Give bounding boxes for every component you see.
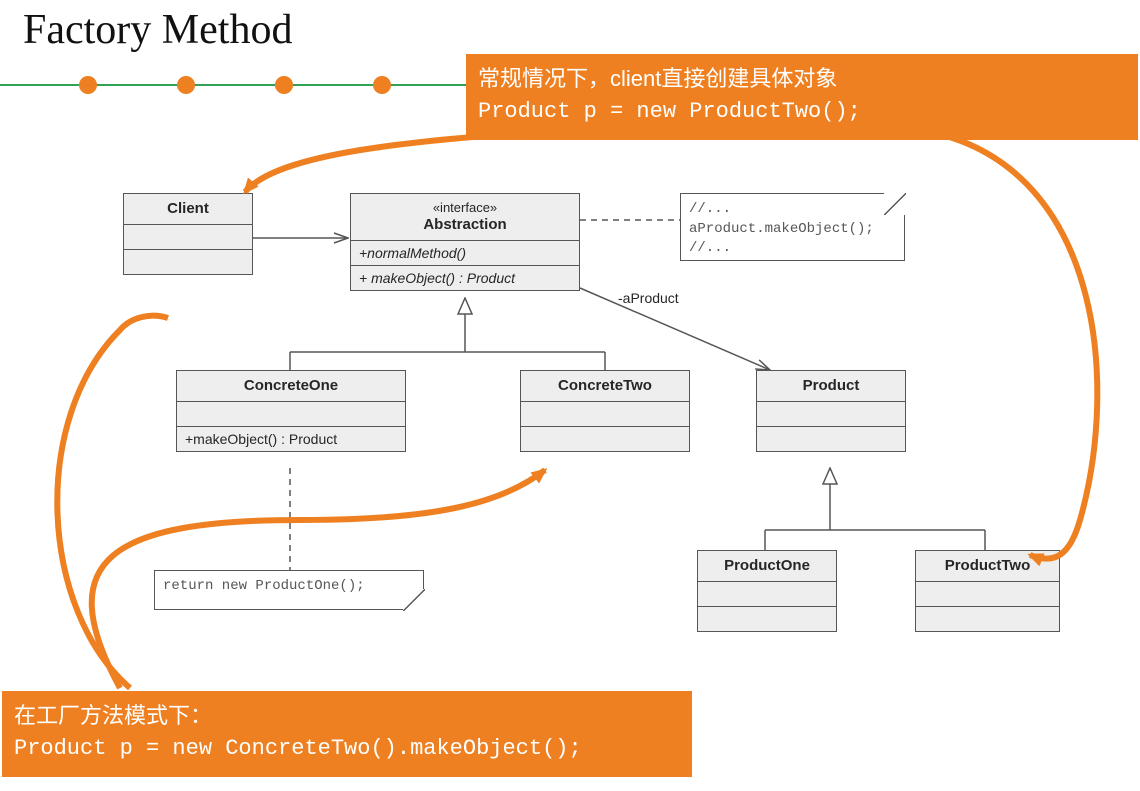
- uml-op-makeObject: +makeObject() : Product: [177, 427, 405, 451]
- uml-note-makeobject: //... aProduct.makeObject(); //...: [680, 193, 905, 261]
- uml-class-producttwo: ProductTwo: [915, 550, 1060, 632]
- note-line: //...: [689, 240, 731, 256]
- uml-attrs: [177, 402, 405, 427]
- callout-line1: 常规情况下，client直接创建具体对象: [478, 62, 1126, 95]
- uml-class-concreteone: ConcreteOne +makeObject() : Product: [176, 370, 406, 452]
- callout-factory-creation: 在工厂方法模式下： Product p = new ConcreteTwo().…: [2, 691, 692, 777]
- uml-attrs: [698, 582, 836, 607]
- uml-class-concretetwo: ConcreteTwo: [520, 370, 690, 452]
- callout-line1: 在工厂方法模式下：: [14, 699, 680, 732]
- uml-attrs: [916, 582, 1059, 607]
- note-line: return new ProductOne();: [163, 578, 365, 594]
- uml-op-makeObject: + makeObject() : Product: [351, 266, 579, 290]
- uml-attrs: [521, 402, 689, 427]
- callout-line2: Product p = new ConcreteTwo().makeObject…: [14, 732, 680, 765]
- note-fold-icon: [403, 589, 425, 611]
- uml-ops: [521, 427, 689, 451]
- callout-line2: Product p = new ProductTwo();: [478, 95, 1126, 128]
- diagram-title: Factory Method: [23, 6, 292, 54]
- uml-class-name: Product: [757, 371, 905, 402]
- uml-class-header: «interface» Abstraction: [351, 194, 579, 241]
- uml-ops: [698, 607, 836, 631]
- uml-ops: [124, 250, 252, 274]
- uml-class-product: Product: [756, 370, 906, 452]
- uml-stereotype: «interface»: [355, 200, 575, 216]
- uml-class-name: ConcreteTwo: [521, 371, 689, 402]
- note-line: //...: [689, 201, 731, 217]
- assoc-label-aproduct: -aProduct: [618, 290, 679, 306]
- uml-attrs: [757, 402, 905, 427]
- note-line: aProduct.makeObject();: [689, 221, 874, 237]
- uml-class-name: ProductTwo: [916, 551, 1059, 582]
- callout-direct-creation: 常规情况下，client直接创建具体对象 Product p = new Pro…: [466, 54, 1138, 140]
- uml-ops: [757, 427, 905, 451]
- uml-class-name: ConcreteOne: [177, 371, 405, 402]
- uml-class-name: Client: [124, 194, 252, 225]
- uml-class-name: Abstraction: [423, 216, 506, 233]
- uml-op-normalMethod: +normalMethod(): [351, 241, 579, 266]
- uml-interface-abstraction: «interface» Abstraction +normalMethod() …: [350, 193, 580, 291]
- uml-attrs: [124, 225, 252, 250]
- uml-class-client: Client: [123, 193, 253, 275]
- uml-ops: [916, 607, 1059, 631]
- note-fold-icon: [884, 193, 906, 215]
- uml-note-returnnew: return new ProductOne();: [154, 570, 424, 610]
- uml-class-name: ProductOne: [698, 551, 836, 582]
- uml-class-productone: ProductOne: [697, 550, 837, 632]
